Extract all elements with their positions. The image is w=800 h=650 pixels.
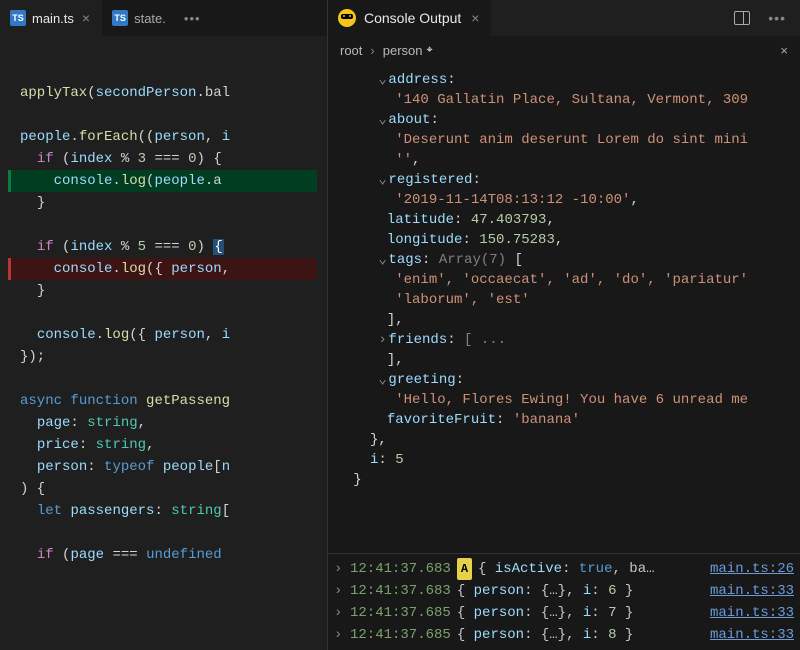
caret-down-icon[interactable]: ⌄ bbox=[378, 370, 388, 390]
typescript-icon: TS bbox=[112, 10, 128, 26]
log-entry[interactable]: › 12:41:37.683 { person: {…}, i: 6 } mai… bbox=[328, 580, 800, 602]
caret-down-icon[interactable]: ⌄ bbox=[378, 70, 388, 90]
tab-state-ts[interactable]: TS state. bbox=[102, 0, 176, 36]
log-timestamp: 12:41:37.683 bbox=[350, 580, 451, 602]
log-source-link[interactable]: main.ts:33 bbox=[710, 624, 794, 646]
typescript-icon: TS bbox=[10, 10, 26, 26]
close-icon[interactable]: × bbox=[80, 10, 92, 26]
ninja-icon bbox=[338, 9, 356, 27]
close-icon[interactable]: × bbox=[469, 10, 481, 26]
log-entry[interactable]: › 12:41:37.685 { person: {…}, i: 8 } mai… bbox=[328, 624, 800, 646]
caret-right-icon[interactable]: › bbox=[334, 602, 344, 624]
cursor-icon: ⌖ bbox=[427, 44, 433, 57]
more-actions-icon[interactable]: ••• bbox=[760, 10, 794, 26]
tab-main-ts[interactable]: TS main.ts × bbox=[0, 0, 102, 36]
editor-pane: TS main.ts × TS state. ••• applyTax(seco… bbox=[0, 0, 328, 650]
caret-right-icon[interactable]: › bbox=[334, 558, 344, 580]
console-pane: Console Output × ••• root › person ⌖ × ⌄… bbox=[328, 0, 800, 650]
editor-tabbar: TS main.ts × TS state. ••• bbox=[0, 0, 327, 36]
close-icon[interactable]: × bbox=[780, 43, 788, 58]
code-editor[interactable]: applyTax(secondPerson.bal people.forEach… bbox=[0, 36, 327, 650]
caret-down-icon[interactable]: ⌄ bbox=[378, 250, 388, 270]
log-timestamp: 12:41:37.683 bbox=[350, 558, 451, 580]
breadcrumb-leaf[interactable]: person bbox=[383, 43, 423, 58]
console-title: Console Output bbox=[364, 10, 461, 26]
console-tabbar: Console Output × ••• bbox=[328, 0, 800, 36]
caret-down-icon[interactable]: ⌄ bbox=[378, 170, 388, 190]
caret-right-icon[interactable]: › bbox=[334, 624, 344, 646]
tab-label: main.ts bbox=[32, 11, 74, 26]
log-entry[interactable]: › 12:41:37.685 { person: {…}, i: 7 } mai… bbox=[328, 602, 800, 624]
log-preview: { isActive: true, ba… bbox=[478, 558, 654, 580]
caret-right-icon[interactable]: › bbox=[334, 580, 344, 602]
log-source-link[interactable]: main.ts:33 bbox=[710, 580, 794, 602]
object-inspector[interactable]: ⌄address: '140 Gallatin Place, Sultana, … bbox=[328, 64, 800, 553]
log-timestamp: 12:41:37.685 bbox=[350, 624, 451, 646]
log-badge: A bbox=[457, 558, 472, 580]
log-preview: { person: {…}, i: 7 } bbox=[457, 602, 633, 624]
breadcrumb: root › person ⌖ × bbox=[328, 36, 800, 64]
tab-label: state. bbox=[134, 11, 166, 26]
log-source-link[interactable]: main.ts:26 bbox=[710, 558, 794, 580]
chevron-right-icon: › bbox=[370, 43, 374, 58]
log-preview: { person: {…}, i: 6 } bbox=[457, 580, 633, 602]
log-entry[interactable]: › 12:41:37.683 A { isActive: true, ba… m… bbox=[328, 558, 800, 580]
log-timestamp: 12:41:37.685 bbox=[350, 602, 451, 624]
caret-down-icon[interactable]: ⌄ bbox=[378, 110, 388, 130]
log-preview: { person: {…}, i: 8 } bbox=[457, 624, 633, 646]
caret-right-icon[interactable]: › bbox=[378, 330, 388, 350]
breadcrumb-root[interactable]: root bbox=[340, 43, 362, 58]
split-editor-icon[interactable] bbox=[734, 11, 750, 25]
tab-console-output[interactable]: Console Output × bbox=[328, 0, 491, 36]
tab-overflow-icon[interactable]: ••• bbox=[176, 11, 209, 26]
log-source-link[interactable]: main.ts:33 bbox=[710, 602, 794, 624]
log-list: › 12:41:37.683 A { isActive: true, ba… m… bbox=[328, 553, 800, 650]
